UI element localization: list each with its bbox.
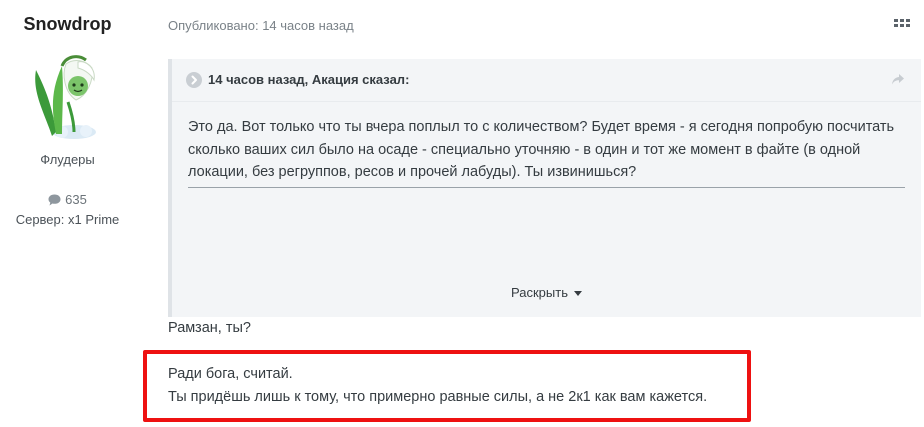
post-count: 635 (0, 192, 135, 207)
expand-quote-label: Раскрыть (511, 285, 568, 300)
avatar[interactable] (22, 52, 104, 140)
quote-divider (188, 187, 905, 188)
author-name[interactable]: Snowdrop (0, 14, 135, 35)
expand-quote-button[interactable]: Раскрыть (172, 285, 921, 300)
comment-bubble-icon (48, 194, 61, 206)
quote-citation[interactable]: 14 часов назад, Акация сказал: (208, 72, 409, 87)
post-published-date[interactable]: Опубликовано: 14 часов назад (168, 18, 354, 33)
reply-line: Рамзан, ты? (168, 320, 251, 336)
highlighted-text-line-1: Ради бога, считай. (168, 366, 293, 382)
quote-header: 14 часов назад, Акация сказал: (172, 59, 921, 102)
snowdrop-flower-avatar-icon (35, 55, 96, 139)
highlighted-text-line-2: Ты придёшь лишь к тому, что примерно рав… (168, 389, 708, 405)
quote-body: Это да. Вот только что ты вчера поплыл т… (188, 119, 895, 180)
server-info: Сервер: x1 Prime (15, 212, 120, 227)
highlight-annotation-box (143, 350, 751, 422)
post-count-value: 635 (65, 192, 87, 207)
caret-down-icon (573, 291, 582, 296)
chevron-right-circle-icon[interactable] (186, 72, 202, 88)
quote-block: 14 часов назад, Акация сказал: Это да. В… (168, 59, 921, 317)
member-group: Флудеры (40, 152, 95, 167)
share-arrow-icon[interactable] (891, 72, 905, 86)
more-options-icon[interactable] (893, 16, 911, 30)
